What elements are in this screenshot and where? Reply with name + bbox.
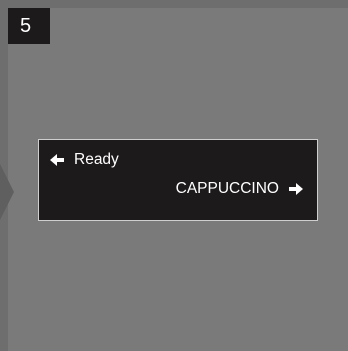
left-arrow-icon xyxy=(50,154,64,166)
step-number-badge: 5 xyxy=(8,8,50,44)
machine-display: Ready CAPPUCCINO xyxy=(38,139,318,221)
pointer-arrow-icon xyxy=(0,164,14,220)
display-status-text: Ready xyxy=(74,151,119,168)
display-menu-row[interactable]: CAPPUCCINO xyxy=(176,180,303,198)
display-menu-item-text: CAPPUCCINO xyxy=(175,180,279,197)
instruction-frame: 5 Ready CAPPUCCINO xyxy=(0,0,348,351)
display-status-row[interactable]: Ready xyxy=(50,151,119,169)
right-arrow-icon xyxy=(289,183,303,195)
